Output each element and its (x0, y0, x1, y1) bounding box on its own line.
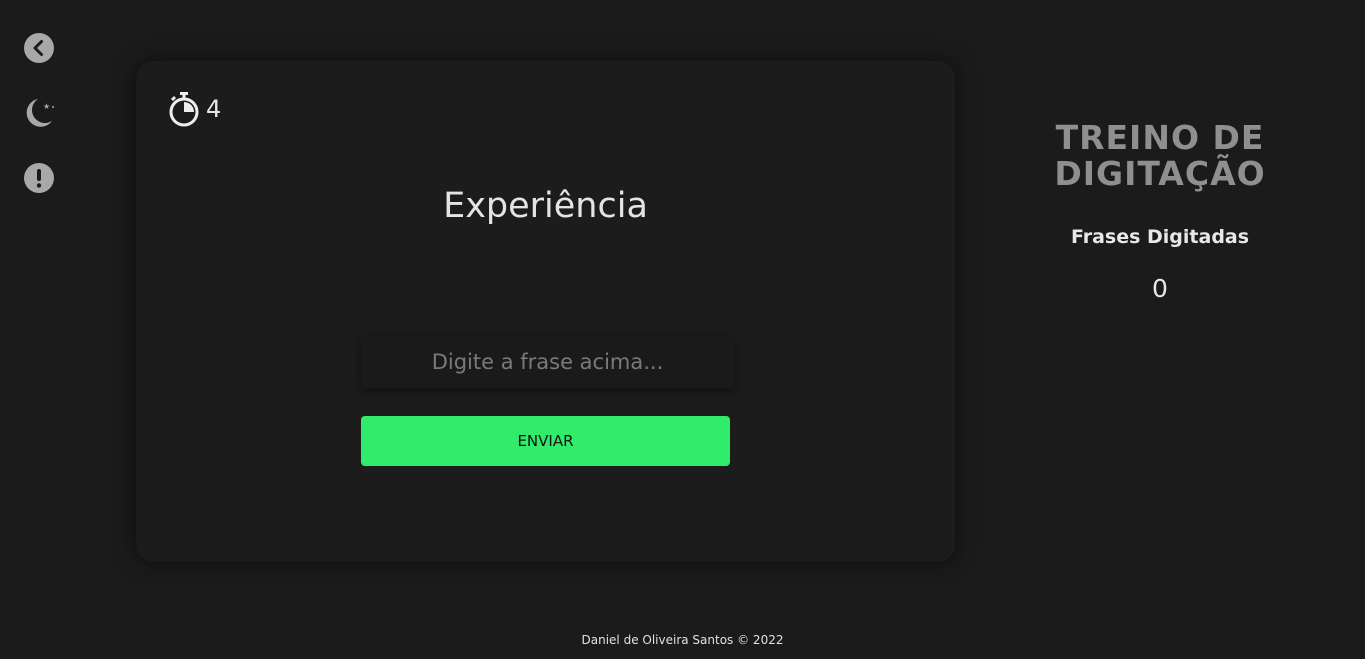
info-button[interactable] (24, 163, 54, 193)
back-button[interactable] (24, 33, 54, 63)
app-title: TREINO DE DIGITAÇÃO (1054, 118, 1266, 193)
moon-icon: ★ (26, 99, 54, 127)
stats-panel: TREINO DE DIGITAÇÃO Frases Digitadas 0 (1010, 118, 1310, 304)
footer: Daniel de Oliveira Santos © 2022 (581, 633, 784, 647)
svg-text:★: ★ (43, 102, 50, 111)
back-arrow-icon (24, 33, 54, 63)
submit-button[interactable]: ENVIAR (361, 416, 730, 466)
theme-toggle-button[interactable]: ★ (24, 97, 54, 127)
target-phrase: Experiência (443, 186, 648, 226)
timer-value: 4 (206, 95, 222, 123)
phrases-typed-count: 0 (1152, 274, 1168, 303)
stopwatch-icon (169, 92, 199, 127)
timer: 4 (168, 91, 221, 127)
phrase-input[interactable] (361, 336, 734, 388)
phrases-typed-label: Frases Digitadas (1070, 226, 1250, 248)
exclamation-icon (24, 163, 54, 193)
typing-card: 4 Experiência ENVIAR (136, 61, 955, 562)
